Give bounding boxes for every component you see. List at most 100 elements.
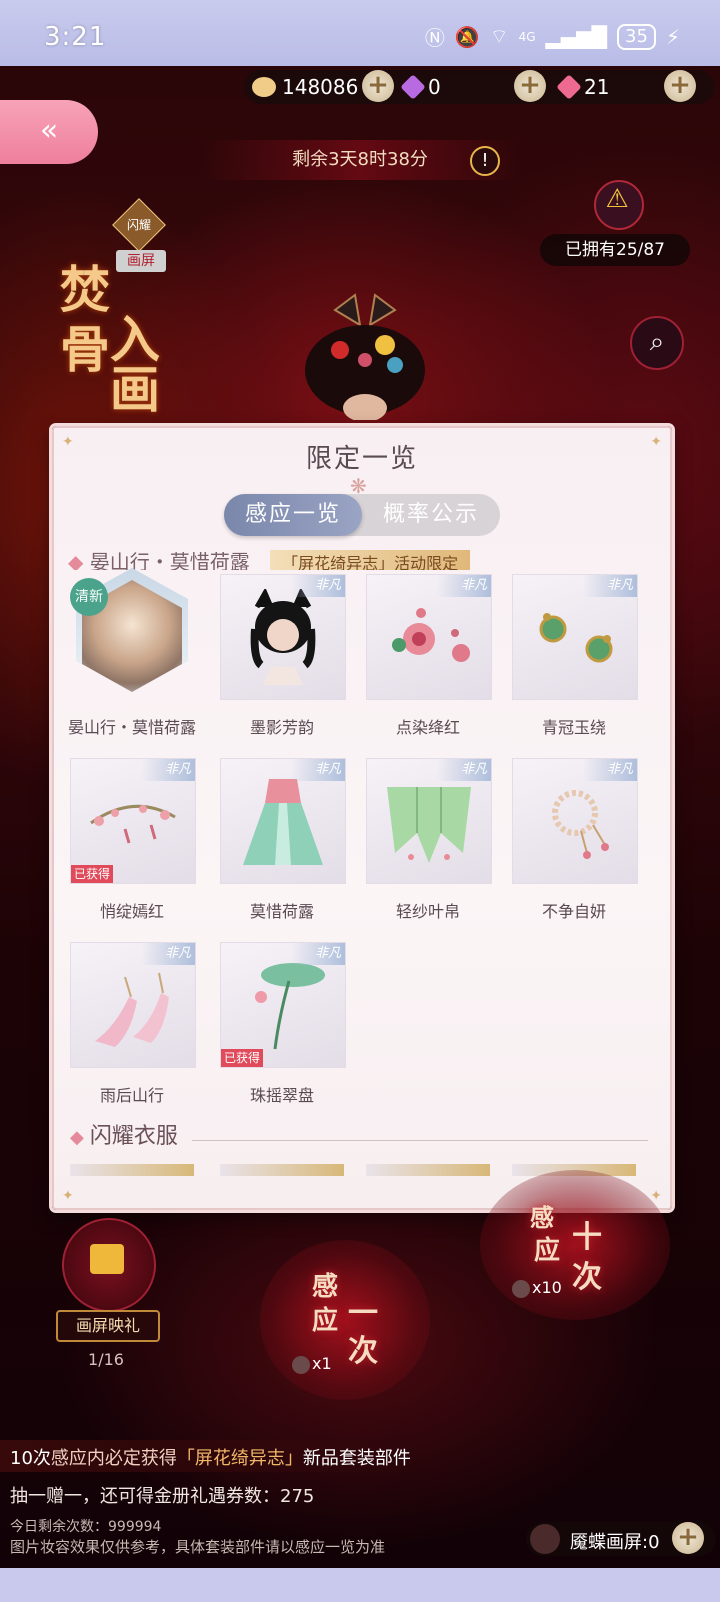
- item-card: 非凡: [220, 574, 346, 700]
- title-char-2: 骨: [60, 320, 110, 379]
- coin-value: 148086: [282, 75, 359, 99]
- item-card: [220, 1164, 344, 1176]
- item-label: 雨后山行: [99, 1086, 164, 1105]
- event-limited-tag: 「屏花绮异志」活动限定: [270, 550, 471, 570]
- item-label: 不争自妍: [541, 902, 606, 921]
- coin-icon: [252, 77, 276, 97]
- nav-bar: [0, 1568, 720, 1602]
- draw-ten-cost: x10: [512, 1278, 562, 1298]
- shine-clothes-header: ◆ 闪耀衣服: [70, 1124, 178, 1149]
- add-coins-button[interactable]: +: [362, 70, 394, 102]
- item-card: 非凡: [512, 758, 638, 884]
- grid-item[interactable]: 非凡 轻纱叶帛: [366, 758, 492, 928]
- ticket-icon: [512, 1279, 530, 1298]
- gift-icon: [90, 1244, 124, 1274]
- bracelet-art: [552, 790, 609, 859]
- flower-art: [392, 608, 470, 662]
- earring-art: [539, 613, 613, 663]
- diamond-value: 0: [428, 75, 441, 99]
- grid-item[interactable]: 非凡 点染绛红: [366, 574, 492, 744]
- draw-ten-char: 次: [572, 1260, 602, 1295]
- suit-section-header: ◆ 晏山行・莫惜荷露 「屏花绮异志」活动限定: [68, 546, 658, 570]
- grid-item[interactable]: 非凡 墨影芳韵: [220, 574, 346, 744]
- wifi-icon: ⌔: [489, 24, 509, 48]
- section-divider: [192, 1140, 648, 1141]
- item-card: 非凡: [366, 574, 492, 700]
- grid-item[interactable]: 非凡 雨后山行: [70, 942, 196, 1112]
- tab-overview[interactable]: 感应一览: [224, 494, 362, 536]
- double-chevron-left-icon: «: [39, 113, 59, 148]
- limited-overview-modal: ✦ ✦ ✦ ✦ 限定一览 ❋ 感应一览 概率公示 ◆ 晏山行・莫惜荷露 「屏花绮…: [52, 426, 672, 1210]
- rarity-tag: 非凡: [583, 759, 637, 781]
- timer-info-icon[interactable]: !: [470, 146, 500, 176]
- owned-count: 已拥有25/87: [540, 234, 690, 266]
- add-diamonds-button[interactable]: +: [514, 70, 546, 102]
- rarity-tag: 非凡: [291, 943, 345, 965]
- grid-item[interactable]: 非凡 莫惜荷露: [220, 758, 346, 928]
- add-gems-button[interactable]: +: [664, 70, 696, 102]
- grid-item[interactable]: 非凡 不争自妍: [512, 758, 638, 928]
- bonus-text: 抽一赠一，还可得金册礼遇券数：275: [10, 1486, 315, 1507]
- gem-value: 21: [584, 75, 610, 99]
- item-card: [70, 1164, 194, 1176]
- rarity-tag: 非凡: [141, 943, 195, 965]
- suit-name: 晏山行・莫惜荷露: [89, 550, 250, 570]
- item-label: 点染绛红: [395, 718, 460, 737]
- wreath-art: [90, 804, 176, 844]
- obtained-badge: 已获得: [221, 1049, 263, 1067]
- mute-icon: 🔕: [454, 24, 480, 49]
- grid-item[interactable]: 非凡 青冠玉绕: [512, 574, 638, 744]
- corner-star-icon: ✦: [62, 1188, 74, 1204]
- add-magic-button[interactable]: +: [672, 1522, 704, 1554]
- draw-once-cost: x1: [292, 1354, 332, 1374]
- ticket-icon: [292, 1355, 310, 1374]
- grid-item[interactable]: 非凡 已获得 珠摇翠盘: [220, 942, 346, 1112]
- draw-ten-char: 十: [572, 1220, 602, 1255]
- character-art: [305, 293, 425, 420]
- pink-gem-icon: [556, 74, 582, 100]
- guarantee-text: 10次感应内必定获得「屏花绮异志」新品套装部件: [10, 1448, 411, 1469]
- battery-icon: 35: [617, 23, 656, 50]
- gift-label[interactable]: 画屏映礼: [56, 1310, 160, 1342]
- draw-once-char: 应: [312, 1306, 339, 1336]
- hair-art: [250, 589, 316, 685]
- remaining-count: 今日剩余次数：999994: [10, 1519, 162, 1535]
- coin-display: 148086: [252, 72, 358, 102]
- search-button[interactable]: ⌕: [630, 316, 684, 370]
- item-card: 非凡 已获得: [220, 942, 346, 1068]
- gift-progress: 1/16: [88, 1350, 124, 1369]
- item-card: 非凡: [70, 942, 196, 1068]
- draw-ten-char: 感: [530, 1203, 554, 1232]
- diamond-icon: [400, 74, 426, 100]
- item-card: 非凡: [366, 758, 492, 884]
- shawl-art: [387, 787, 471, 863]
- disclaimer-text: 图片妆容效果仅供参考，具体套装部件请以感应一览为准: [10, 1538, 386, 1556]
- rarity-tag: 非凡: [437, 575, 491, 597]
- rarity-tag: 非凡: [141, 759, 195, 781]
- item-label: 珠摇翠盘: [249, 1086, 314, 1105]
- lotus-hairpin-art: [255, 963, 325, 1050]
- item-card: 非凡 已获得: [70, 758, 196, 884]
- tab-probability[interactable]: 概率公示: [362, 494, 500, 536]
- draw-once-button[interactable]: [260, 1240, 430, 1400]
- grid-item[interactable]: 清新 晏山行・莫惜荷露: [68, 568, 196, 744]
- rarity-tag: 非凡: [291, 759, 345, 781]
- status-bar: 3:21 Ⓝ 🔕 ⌔ 4G ▂▄▆█ 35 ⚡: [0, 0, 720, 66]
- item-label: 晏山行・莫惜荷露: [67, 718, 196, 737]
- item-label: 青冠玉绕: [541, 718, 606, 737]
- back-button[interactable]: «: [0, 100, 98, 164]
- gem-display: 21: [556, 72, 610, 102]
- charging-icon: ⚡: [665, 24, 680, 49]
- warning-icon: ⚠: [605, 184, 629, 214]
- diamond-display: 0: [400, 72, 441, 102]
- item-card: 非凡: [512, 574, 638, 700]
- title-char-4: 画: [110, 360, 160, 419]
- signal-icon: ▂▄▆█: [545, 24, 608, 49]
- item-card: [366, 1164, 490, 1176]
- new-badge: 清新: [70, 578, 108, 616]
- diamond-bullet-icon: ◆: [70, 1127, 84, 1148]
- search-icon: ⌕: [649, 327, 665, 357]
- modal-tabs: 感应一览 概率公示: [224, 494, 500, 536]
- grid-item[interactable]: 非凡 已获得 悄绽嫣红: [70, 758, 196, 928]
- draw-once-char: 感: [312, 1272, 339, 1302]
